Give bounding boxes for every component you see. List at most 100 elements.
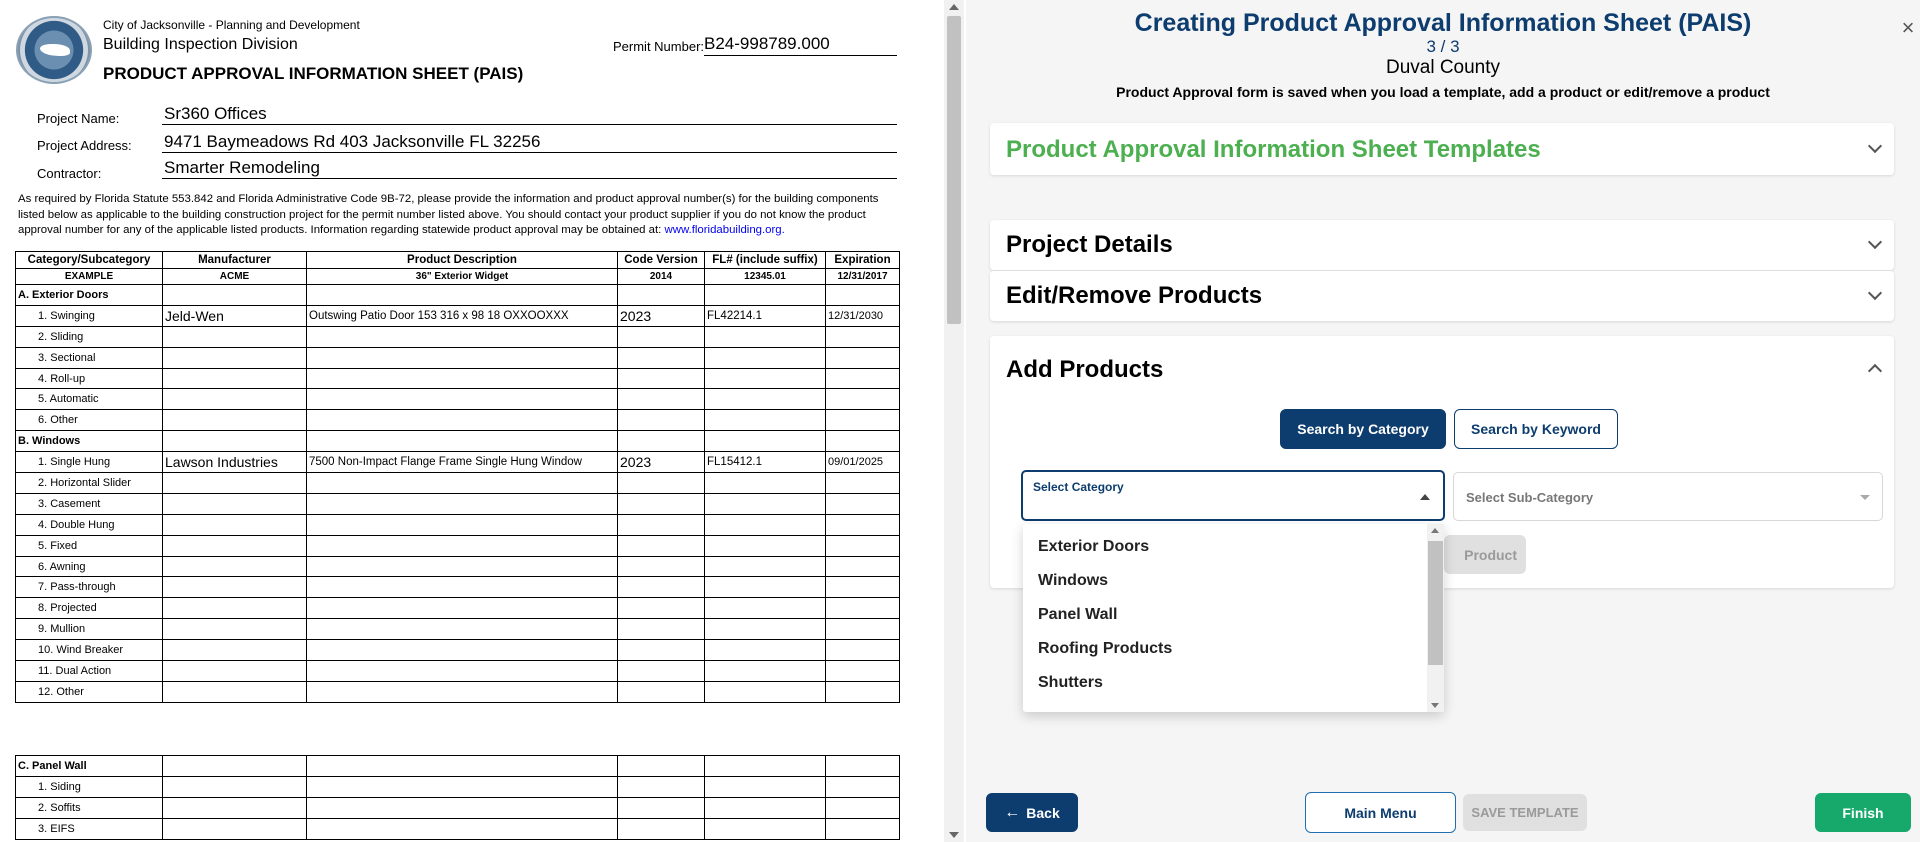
table-cell (162, 409, 307, 432)
table-cell (704, 284, 826, 306)
table-row: 10. Wind Breaker (15, 639, 900, 662)
category-option-shutters[interactable]: Shutters (1038, 674, 1103, 692)
table-cell (306, 367, 618, 390)
col-manufacturer: Manufacturer (162, 251, 307, 269)
table-row: 6. Awning (15, 555, 900, 578)
search-by-keyword-tab[interactable]: Search by Keyword (1454, 409, 1618, 449)
table-cell (825, 409, 900, 432)
section-heading: A. Exterior Doors (15, 284, 163, 306)
chevron-down-icon[interactable] (1867, 234, 1883, 250)
table-cell (704, 597, 826, 620)
search-by-category-tab[interactable]: Search by Category (1280, 409, 1446, 449)
accordion-templates[interactable]: Product Approval Information Sheet Templ… (990, 123, 1894, 175)
florida-building-link[interactable]: www.floridabuilding.org. (665, 224, 785, 236)
table-cell: 3. Sectional (15, 346, 163, 369)
table-row: 2. Soffits (15, 796, 900, 819)
doc-city-line: City of Jacksonville - Planning and Deve… (103, 18, 360, 32)
chevron-up-icon[interactable] (1867, 363, 1883, 379)
table-cell (617, 660, 705, 682)
add-product-button[interactable]: Product (1444, 535, 1526, 574)
subcategory-select[interactable]: Select Sub-Category (1453, 472, 1883, 521)
table-cell (162, 472, 307, 494)
scroll-down-arrow-icon[interactable] (949, 832, 959, 838)
category-dropdown-menu[interactable]: Exterior Doors Windows Panel Wall Roofin… (1023, 524, 1444, 712)
table-cell (617, 492, 705, 515)
category-option-roofing-products[interactable]: Roofing Products (1038, 640, 1172, 658)
finish-button[interactable]: Finish (1815, 793, 1911, 832)
table-cell (162, 513, 307, 536)
category-option-panel-wall[interactable]: Panel Wall (1038, 606, 1117, 624)
scroll-up-arrow-icon[interactable] (1431, 528, 1439, 533)
back-button[interactable]: ← Back (986, 793, 1078, 832)
table-cell (825, 755, 900, 777)
table-cell (704, 430, 826, 453)
document-scrollbar[interactable] (944, 0, 964, 842)
table-cell (617, 576, 705, 599)
project-details-heading: Project Details (1006, 231, 1173, 258)
table-cell (617, 367, 705, 390)
table-cell: Jeld-Wen (162, 304, 307, 327)
table-cell (306, 430, 618, 453)
table-cell (704, 660, 826, 682)
table-cell (162, 534, 307, 557)
table-cell (704, 555, 826, 578)
scroll-down-arrow-icon[interactable] (1431, 703, 1439, 708)
table-row: 2. Sliding (15, 325, 900, 348)
table-cell (306, 534, 618, 557)
table-cell (617, 755, 705, 777)
col-fl-number: FL# (include suffix) (704, 251, 826, 269)
table-cell (306, 775, 618, 798)
subcategory-placeholder: Select Sub-Category (1466, 490, 1594, 505)
table-cell (306, 755, 618, 777)
accordion-project-details[interactable]: Project Details (990, 220, 1894, 270)
table-cell (704, 492, 826, 515)
table-cell: 7500 Non-Impact Flange Frame Single Hung… (306, 451, 618, 474)
table-row: 1. Single Hung Lawson Industries 7500 Non-… (15, 451, 900, 474)
table-row: 11. Dual Action (15, 660, 900, 682)
wizard-step-indicator: 3 / 3 (1426, 37, 1460, 56)
table-cell (825, 660, 900, 682)
close-icon[interactable]: × (1896, 16, 1920, 40)
save-template-button[interactable]: SAVE TEMPLATE (1463, 794, 1587, 831)
table-row: 6. Other (15, 409, 900, 432)
table-row: 3. Sectional (15, 346, 900, 369)
table-cell (162, 492, 307, 515)
table-cell (704, 817, 826, 840)
col-description: Product Description (306, 251, 618, 269)
table-cell (306, 618, 618, 641)
doc-title: PRODUCT APPROVAL INFORMATION SHEET (PAIS… (103, 64, 524, 83)
table-row: 4. Double Hung (15, 513, 900, 536)
table-cell (617, 618, 705, 641)
dropdown-scrollbar[interactable] (1427, 524, 1444, 712)
table-cell (825, 680, 900, 703)
table-cell: 3. Casement (15, 492, 163, 515)
table-cell: 2. Sliding (15, 325, 163, 348)
templates-heading: Product Approval Information Sheet Templ… (1006, 136, 1541, 163)
table-cell (825, 492, 900, 515)
accordion-edit-remove[interactable]: Edit/Remove Products (990, 271, 1894, 321)
project-name-label: Project Name: (37, 111, 120, 126)
table-cell: Outswing Patio Door 153 316 x 98 18 OXXO… (306, 304, 618, 327)
contractor-label: Contractor: (37, 166, 102, 181)
chevron-down-icon[interactable] (1867, 285, 1883, 301)
chevron-down-icon[interactable] (1867, 138, 1883, 154)
caret-up-icon[interactable] (1420, 494, 1430, 500)
table-cell (162, 576, 307, 599)
table-cell: 09/01/2025 (825, 451, 900, 474)
table-cell (162, 367, 307, 390)
scroll-up-arrow-icon[interactable] (949, 4, 959, 10)
table-cell (306, 492, 618, 515)
table-cell (617, 597, 705, 620)
dropdown-scrollbar-thumb[interactable] (1428, 541, 1443, 665)
category-option-exterior-doors[interactable]: Exterior Doors (1038, 538, 1149, 556)
table-cell: 1. Siding (15, 775, 163, 798)
category-option-windows[interactable]: Windows (1038, 572, 1108, 590)
table-cell (162, 430, 307, 453)
main-menu-button[interactable]: Main Menu (1305, 792, 1456, 833)
caret-down-icon[interactable] (1860, 495, 1870, 500)
autosave-note: Product Approval form is saved when you … (1116, 84, 1770, 100)
product-table-main: Category/Subcategory Manufacturer Produc… (15, 251, 900, 703)
scrollbar-thumb[interactable] (947, 16, 961, 324)
table-cell (704, 775, 826, 798)
category-select[interactable]: Select Category (1021, 470, 1445, 521)
